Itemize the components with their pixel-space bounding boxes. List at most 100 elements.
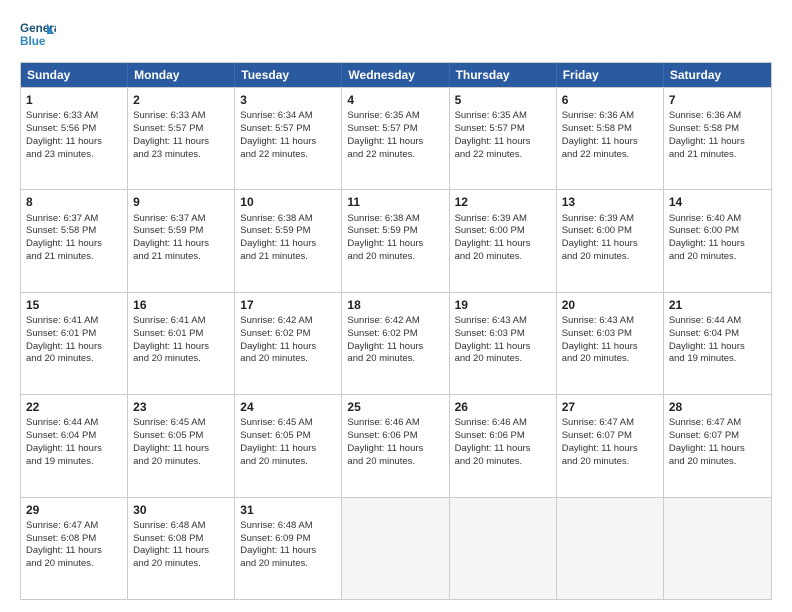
day-info-line: Sunrise: 6:48 AM (240, 520, 336, 533)
day-info-line: Sunset: 6:06 PM (347, 430, 443, 443)
day-info-line: Sunrise: 6:47 AM (669, 417, 766, 430)
calendar-cell: 22Sunrise: 6:44 AMSunset: 6:04 PMDayligh… (21, 395, 128, 496)
day-number: 21 (669, 297, 766, 313)
day-info-line: Sunset: 6:06 PM (455, 430, 551, 443)
day-info-line: and 20 minutes. (562, 353, 658, 366)
day-info-line: Sunset: 5:58 PM (669, 123, 766, 136)
day-info-line: Sunset: 5:58 PM (562, 123, 658, 136)
day-number: 16 (133, 297, 229, 313)
page: General Blue SundayMondayTuesdayWednesda… (0, 0, 792, 612)
day-info-line: and 20 minutes. (133, 558, 229, 571)
day-info-line: Sunrise: 6:38 AM (240, 213, 336, 226)
day-info-line: and 20 minutes. (562, 456, 658, 469)
day-info-line: Sunset: 6:00 PM (562, 225, 658, 238)
day-info-line: and 19 minutes. (669, 353, 766, 366)
day-number: 19 (455, 297, 551, 313)
day-info-line: Daylight: 11 hours (562, 136, 658, 149)
day-number: 9 (133, 194, 229, 210)
day-info-line: Sunset: 6:07 PM (669, 430, 766, 443)
calendar-cell: 30Sunrise: 6:48 AMSunset: 6:08 PMDayligh… (128, 498, 235, 599)
day-info-line: Sunrise: 6:43 AM (455, 315, 551, 328)
day-info-line: Daylight: 11 hours (669, 238, 766, 251)
day-info-line: Sunrise: 6:36 AM (562, 110, 658, 123)
day-info-line: Sunrise: 6:46 AM (347, 417, 443, 430)
day-info-line: Sunset: 5:57 PM (455, 123, 551, 136)
calendar-cell: 24Sunrise: 6:45 AMSunset: 6:05 PMDayligh… (235, 395, 342, 496)
calendar-cell (342, 498, 449, 599)
day-info-line: and 21 minutes. (133, 251, 229, 264)
day-info-line: Daylight: 11 hours (133, 136, 229, 149)
calendar-cell: 23Sunrise: 6:45 AMSunset: 6:05 PMDayligh… (128, 395, 235, 496)
day-info-line: Daylight: 11 hours (133, 443, 229, 456)
header-day: Wednesday (342, 63, 449, 87)
calendar-cell: 11Sunrise: 6:38 AMSunset: 5:59 PMDayligh… (342, 190, 449, 291)
day-info-line: Sunset: 6:02 PM (347, 328, 443, 341)
day-info-line: Daylight: 11 hours (26, 341, 122, 354)
day-info-line: Daylight: 11 hours (133, 238, 229, 251)
day-info-line: Daylight: 11 hours (455, 136, 551, 149)
day-number: 24 (240, 399, 336, 415)
calendar-row: 8Sunrise: 6:37 AMSunset: 5:58 PMDaylight… (21, 189, 771, 291)
calendar-cell (450, 498, 557, 599)
day-info-line: and 20 minutes. (455, 353, 551, 366)
day-info-line: Sunset: 5:57 PM (133, 123, 229, 136)
day-info-line: Sunrise: 6:47 AM (26, 520, 122, 533)
calendar-cell: 17Sunrise: 6:42 AMSunset: 6:02 PMDayligh… (235, 293, 342, 394)
calendar-cell: 26Sunrise: 6:46 AMSunset: 6:06 PMDayligh… (450, 395, 557, 496)
day-info-line: Daylight: 11 hours (240, 341, 336, 354)
day-info-line: Daylight: 11 hours (26, 238, 122, 251)
day-info-line: Daylight: 11 hours (562, 443, 658, 456)
calendar-cell: 5Sunrise: 6:35 AMSunset: 5:57 PMDaylight… (450, 88, 557, 189)
day-info-line: and 20 minutes. (347, 251, 443, 264)
day-info-line: and 22 minutes. (240, 149, 336, 162)
day-number: 2 (133, 92, 229, 108)
day-info-line: Daylight: 11 hours (669, 341, 766, 354)
day-info-line: Sunset: 6:04 PM (669, 328, 766, 341)
day-info-line: Sunset: 6:03 PM (562, 328, 658, 341)
calendar-cell: 15Sunrise: 6:41 AMSunset: 6:01 PMDayligh… (21, 293, 128, 394)
svg-text:Blue: Blue (20, 35, 46, 48)
day-info-line: Sunset: 5:57 PM (240, 123, 336, 136)
calendar-row: 29Sunrise: 6:47 AMSunset: 6:08 PMDayligh… (21, 497, 771, 599)
calendar-cell: 25 Sunrise: 6:46 AMSunset: 6:06 PMDayligh… (342, 395, 449, 496)
day-info-line: Daylight: 11 hours (347, 443, 443, 456)
day-info-line: Daylight: 11 hours (26, 443, 122, 456)
calendar-cell: 4Sunrise: 6:35 AMSunset: 5:57 PMDaylight… (342, 88, 449, 189)
day-info-line: and 21 minutes. (240, 251, 336, 264)
day-info-line: Sunrise: 6:41 AM (133, 315, 229, 328)
day-info-line: Daylight: 11 hours (562, 238, 658, 251)
day-info-line: Sunrise: 6:34 AM (240, 110, 336, 123)
day-number: 26 (455, 399, 551, 415)
day-info-line: Daylight: 11 hours (347, 341, 443, 354)
day-info-line: and 20 minutes. (455, 251, 551, 264)
calendar-body: 1Sunrise: 6:33 AMSunset: 5:56 PMDaylight… (21, 87, 771, 599)
day-number: 1 (26, 92, 122, 108)
day-info-line: Sunrise: 6:42 AM (240, 315, 336, 328)
logo: General Blue (20, 16, 56, 52)
day-number: 10 (240, 194, 336, 210)
day-info-line: Daylight: 11 hours (455, 443, 551, 456)
calendar-cell: 6 Sunrise: 6:36 AMSunset: 5:58 PMDaylight… (557, 88, 664, 189)
day-info-line: and 20 minutes. (26, 558, 122, 571)
day-info-line: Sunset: 6:05 PM (133, 430, 229, 443)
calendar-cell: 29Sunrise: 6:47 AMSunset: 6:08 PMDayligh… (21, 498, 128, 599)
calendar-cell (557, 498, 664, 599)
calendar-cell: 3Sunrise: 6:34 AMSunset: 5:57 PMDaylight… (235, 88, 342, 189)
day-number: 4 (347, 92, 443, 108)
day-info-line: Sunrise: 6:48 AM (133, 520, 229, 533)
calendar-header: SundayMondayTuesdayWednesdayThursdayFrid… (21, 63, 771, 87)
day-number: 25 (347, 399, 443, 415)
day-info-line: and 20 minutes. (133, 353, 229, 366)
header-day: Thursday (450, 63, 557, 87)
day-info-line: Sunset: 6:04 PM (26, 430, 122, 443)
day-info-line: and 22 minutes. (455, 149, 551, 162)
day-info-line: Sunset: 6:01 PM (133, 328, 229, 341)
day-info-line: and 20 minutes. (347, 353, 443, 366)
day-info-line: and 20 minutes. (562, 251, 658, 264)
calendar-cell: 10Sunrise: 6:38 AMSunset: 5:59 PMDayligh… (235, 190, 342, 291)
calendar-row: 22Sunrise: 6:44 AMSunset: 6:04 PMDayligh… (21, 394, 771, 496)
calendar-cell: 27Sunrise: 6:47 AMSunset: 6:07 PMDayligh… (557, 395, 664, 496)
day-number: 6 (562, 92, 658, 108)
day-info-line: Sunset: 6:07 PM (562, 430, 658, 443)
day-info-line: and 23 minutes. (133, 149, 229, 162)
